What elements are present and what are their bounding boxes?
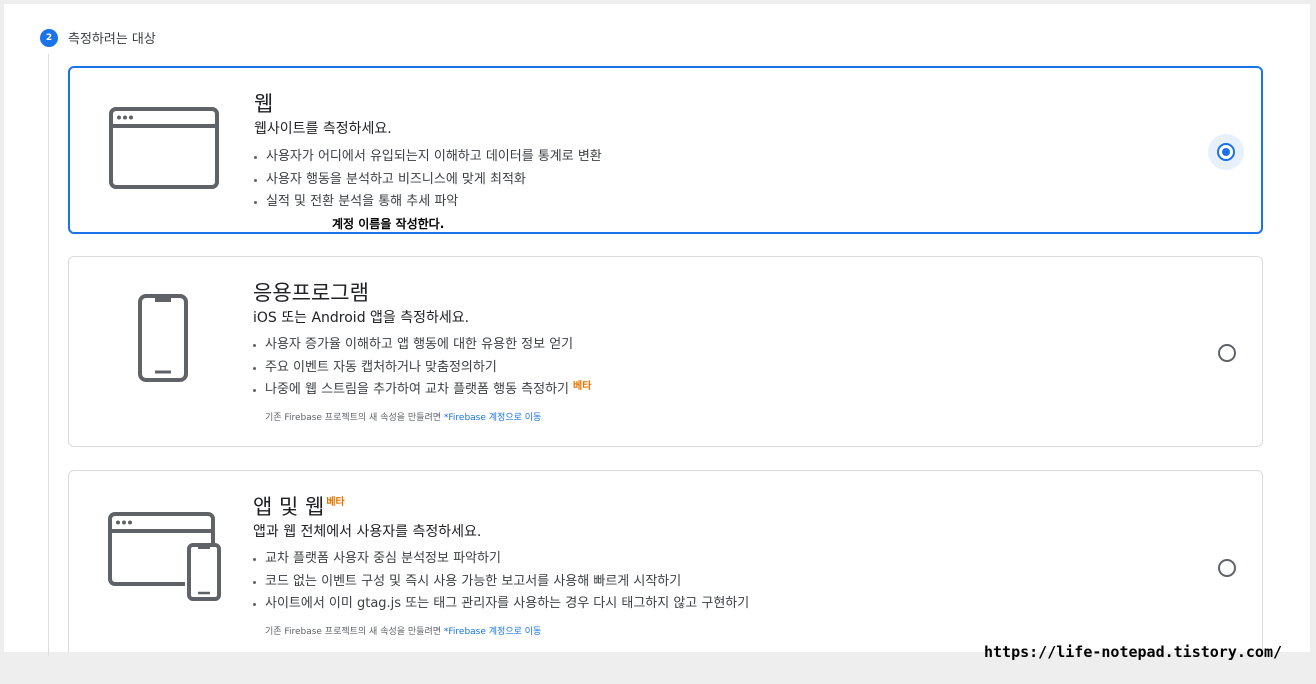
- firebase-link[interactable]: *Firebase 계정으로 이동: [444, 627, 541, 637]
- card-title: 응용프로그램: [253, 281, 369, 305]
- list-item: 사이트에서 이미 gtag.js 또는 태그 관리자를 사용하는 경우 다시 태…: [251, 593, 749, 616]
- list-item: 주요 이벤트 자동 캡처하거나 맞춤정의하기: [251, 357, 591, 380]
- list-item: 사용자 증가율 이해하고 앱 행동에 대한 유용한 정보 얻기: [251, 334, 591, 357]
- radio-web[interactable]: [1217, 143, 1235, 161]
- card-subtitle: 앱과 웹 전체에서 사용자를 측정하세요.: [253, 524, 482, 540]
- option-card-app[interactable]: 응용프로그램 iOS 또는 Android 앱을 측정하세요. 사용자 증가율 …: [68, 256, 1263, 447]
- note-text: 기존 Firebase 프로젝트의 새 속성을 만들려면: [265, 627, 444, 637]
- list-item: 교차 플랫폼 사용자 중심 분석정보 파악하기: [251, 548, 749, 571]
- feature-list: 사용자가 어디에서 유입되는지 이해하고 데이터를 통계로 변환 사용자 행동을…: [252, 146, 602, 214]
- card-subtitle: 웹사이트를 측정하세요.: [254, 121, 392, 137]
- radio-app[interactable]: [1218, 344, 1236, 362]
- radio-app-and-web[interactable]: [1218, 559, 1236, 577]
- list-item: 사용자가 어디에서 유입되는지 이해하고 데이터를 통계로 변환: [252, 146, 602, 169]
- feature-list: 교차 플랫폼 사용자 중심 분석정보 파악하기 코드 없는 이벤트 구성 및 즉…: [251, 548, 749, 616]
- setup-panel: 2 측정하려는 대상 웹 웹사이트를 측정하세요. 사용자가 어디에서 유입되는…: [4, 4, 1310, 656]
- beta-badge: 베타: [573, 381, 592, 392]
- note-text: 기존 Firebase 프로젝트의 새 속성을 만들려면: [265, 413, 444, 423]
- card-title: 앱 및 웹 베타: [253, 491, 345, 521]
- option-card-web[interactable]: 웹 웹사이트를 측정하세요. 사용자가 어디에서 유입되는지 이해하고 데이터를…: [68, 66, 1263, 234]
- annotation-text: 계정 이름을 작성한다.: [332, 217, 445, 231]
- list-item: 나중에 웹 스트림을 추가하여 교차 플랫폼 행동 측정하기 베타: [251, 379, 591, 402]
- watermark-url: https://life-notepad.tistory.com/: [983, 643, 1282, 661]
- firebase-note: 기존 Firebase 프로젝트의 새 속성을 만들려면 *Firebase 계…: [265, 624, 541, 637]
- step-title: 측정하려는 대상: [68, 32, 156, 47]
- option-card-app-and-web[interactable]: 앱 및 웹 베타 앱과 웹 전체에서 사용자를 측정하세요. 교차 플랫폼 사용자…: [68, 470, 1263, 652]
- step-connector-line: [48, 54, 49, 656]
- list-item: 실적 및 전환 분석을 통해 추세 파악: [252, 191, 602, 214]
- list-item-text: 나중에 웹 스트림을 추가하여 교차 플랫폼 행동 측정하기: [265, 382, 570, 397]
- smartphone-icon: [137, 293, 189, 387]
- list-item: 사용자 행동을 분석하고 비즈니스에 맞게 최적화: [252, 169, 602, 192]
- card-title: 웹: [254, 92, 274, 116]
- card-subtitle: iOS 또는 Android 앱을 측정하세요.: [253, 310, 470, 326]
- beta-badge: 베타: [326, 497, 345, 508]
- browser-and-phone-icon: [107, 511, 223, 605]
- list-item: 코드 없는 이벤트 구성 및 즉시 사용 가능한 보고서를 사용해 빠르게 시작…: [251, 571, 749, 594]
- feature-list: 사용자 증가율 이해하고 앱 행동에 대한 유용한 정보 얻기 주요 이벤트 자…: [251, 334, 591, 402]
- card-title-text: 앱 및 웹: [253, 495, 325, 519]
- step-number-badge: 2: [40, 29, 58, 47]
- browser-window-icon: [108, 106, 220, 194]
- firebase-link[interactable]: *Firebase 계정으로 이동: [444, 413, 541, 423]
- firebase-note: 기존 Firebase 프로젝트의 새 속성을 만들려면 *Firebase 계…: [265, 410, 541, 423]
